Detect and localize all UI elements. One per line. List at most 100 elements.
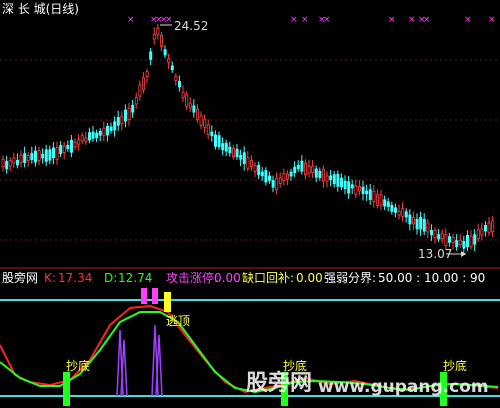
candle-body — [458, 239, 462, 246]
candle-body — [5, 160, 9, 170]
candle-body — [203, 118, 207, 128]
candle-body — [264, 170, 268, 183]
candle-body — [95, 132, 99, 138]
candle-body — [62, 145, 66, 154]
candle-body — [393, 207, 397, 213]
candle-body — [30, 153, 34, 161]
candle-body — [282, 173, 286, 182]
candle-body — [354, 185, 358, 195]
candle-body — [66, 145, 70, 149]
candle-body — [491, 220, 495, 232]
candle-body — [339, 177, 343, 188]
candle-body — [116, 117, 120, 126]
candle-body — [357, 185, 361, 192]
top-escape-label: 逃顶 — [166, 314, 190, 328]
candle-body — [70, 139, 74, 153]
candle-body — [476, 229, 480, 240]
candle-body — [408, 214, 412, 225]
candle-body — [77, 139, 81, 145]
candle-body — [231, 147, 235, 157]
candle-body — [462, 241, 466, 249]
candle-body — [368, 189, 372, 200]
candle-body — [397, 210, 401, 216]
candle-body — [159, 34, 163, 47]
candle-body — [375, 194, 379, 206]
candle-body — [167, 58, 171, 63]
attack-signal-bar — [141, 288, 147, 304]
attack-signal-bar — [152, 288, 158, 304]
candle-body — [185, 94, 189, 107]
x-signal-mark: × — [323, 15, 331, 25]
attack-value: 0.00 — [214, 271, 241, 285]
x-signal-mark: × — [408, 15, 416, 25]
candle-body — [55, 147, 59, 160]
candle-body — [141, 77, 145, 91]
candle-body — [447, 236, 451, 243]
candle-body — [106, 125, 110, 136]
candle-body — [23, 153, 27, 164]
candle-body — [113, 121, 117, 131]
strength-label: 强弱分界: — [324, 271, 376, 285]
watermark-brand: 股旁网 — [246, 370, 312, 396]
candle-body — [131, 104, 135, 113]
d-label: D: — [104, 271, 117, 285]
bottom-label: 抄底 — [66, 358, 90, 373]
candle-body — [303, 162, 307, 176]
candle-body — [347, 181, 351, 194]
candle-body — [127, 107, 131, 120]
chart-canvas: × ×××× × × ×× × × ×× × × 深 长 城(日线) 24.52 13.07 股旁… — [0, 2, 500, 406]
candle-body — [134, 97, 138, 105]
candle-body — [174, 75, 178, 81]
candle-body — [242, 152, 246, 164]
candle-body — [192, 105, 196, 113]
candle-body — [177, 80, 181, 88]
candle-body — [426, 222, 430, 233]
candle-body — [8, 160, 12, 167]
candle-body — [278, 177, 282, 184]
candle-body — [433, 230, 437, 239]
candle-body — [257, 164, 261, 176]
candle-body — [267, 175, 271, 181]
candle-body — [221, 143, 225, 151]
candle-body — [73, 142, 77, 148]
k-value: 17.34 — [58, 271, 92, 285]
x-signal-mark: × — [388, 15, 396, 25]
candle-body — [170, 65, 174, 71]
candle-body — [91, 131, 95, 139]
candle-body — [213, 134, 217, 147]
candle-body — [271, 180, 275, 188]
x-signal-mark: × — [165, 15, 173, 25]
candle-body — [34, 150, 38, 163]
candle-body — [98, 130, 102, 136]
candle-body — [260, 171, 264, 177]
strength-values: 50.00 : 10.00 : 90 — [378, 271, 485, 285]
candle-body — [1, 158, 5, 168]
indicator-header: 股旁网 K: 17.34 D: 12.74 攻击涨停: 0.00 缺口回补: 0… — [2, 270, 485, 285]
candle-body — [109, 126, 113, 132]
candle-body — [48, 149, 52, 161]
d-value: 12.74 — [118, 271, 152, 285]
candle-body — [314, 168, 318, 178]
candle-body — [145, 71, 149, 77]
candle-body — [318, 170, 322, 179]
candle-body — [372, 190, 376, 203]
candle-body — [19, 154, 23, 163]
spike-mark — [155, 334, 163, 397]
candle-body — [422, 218, 426, 232]
candle-body — [444, 233, 448, 246]
candlestick-series — [1, 23, 495, 253]
candle-body — [415, 218, 419, 230]
candle-body — [199, 115, 203, 126]
candle-body — [411, 217, 415, 225]
x-signal-mark: × — [423, 15, 431, 25]
candle-body — [253, 165, 257, 172]
candle-body — [451, 236, 455, 244]
candle-body — [289, 171, 293, 177]
candle-body — [336, 173, 340, 187]
candle-body — [120, 115, 124, 125]
candle-body — [52, 147, 56, 159]
k-label: K: — [44, 271, 56, 285]
candle-body — [483, 225, 487, 232]
candle-body — [206, 124, 210, 135]
candle-body — [469, 235, 473, 247]
